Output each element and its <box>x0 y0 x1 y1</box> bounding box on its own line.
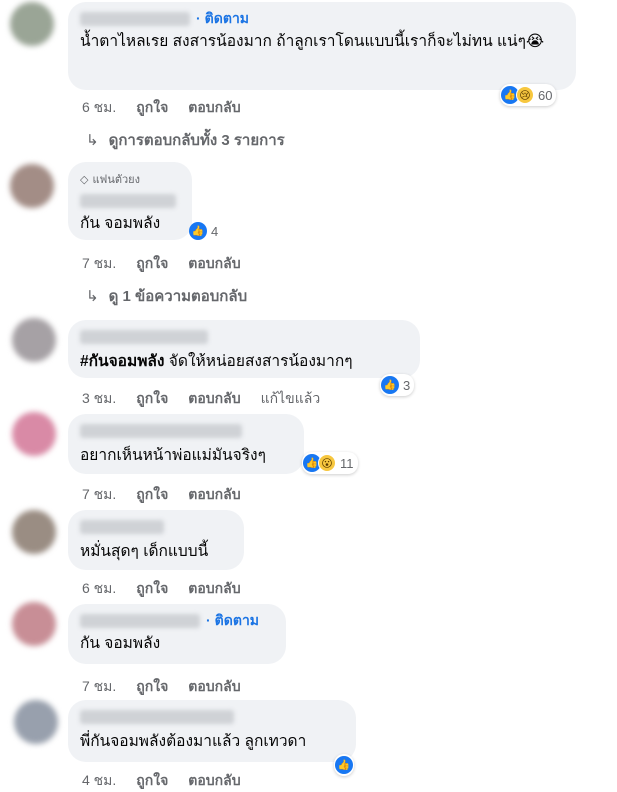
comment-text: อยากเห็นหน้าพ่อแม่มันจริงๆ <box>80 447 266 464</box>
reaction-summary[interactable]: 👍 <box>334 754 354 776</box>
reaction-count: 3 <box>403 377 411 393</box>
edited-label: แก้ไขแล้ว <box>260 390 321 406</box>
follow-label: ติดตาม <box>214 612 260 628</box>
reaction-summary[interactable]: 👍 😢 60 <box>500 84 557 106</box>
follow-link[interactable]: · ติดตาม <box>206 610 259 632</box>
comment-actions: 3 ชม. ถูกใจ ตอบกลับ แก้ไขแล้ว <box>82 388 340 410</box>
reply-button[interactable]: ตอบกลับ <box>188 97 240 119</box>
reply-button[interactable]: ตอบกลับ <box>188 484 240 506</box>
comment-text: น้ำตาไหลเรย สงสารน้องมาก ถ้าลูกเราโดนแบบ… <box>80 33 545 50</box>
comment-actions: 4 ชม. ถูกใจ ตอบกลับ <box>82 770 261 792</box>
author-name[interactable] <box>80 520 164 534</box>
like-button[interactable]: ถูกใจ <box>136 484 168 506</box>
author-row: · ติดตาม <box>80 10 564 28</box>
reaction-summary[interactable]: 👍 3 <box>380 374 415 396</box>
reply-button[interactable]: ตอบกลับ <box>188 253 240 275</box>
avatar[interactable] <box>12 602 56 646</box>
reaction-count: 4 <box>211 223 219 239</box>
avatar[interactable] <box>10 2 54 46</box>
wow-reaction-icon: 😮 <box>318 454 336 472</box>
avatar[interactable] <box>14 700 58 744</box>
comment-bubble: ◇ แฟนตัวยง กัน จอมพลัง <box>68 162 192 240</box>
comment-text: พี่กันจอมพลังต้องมาแล้ว ลูกเทวดา <box>80 733 307 750</box>
timestamp[interactable]: 7 ชม. <box>82 253 116 275</box>
author-name[interactable] <box>80 12 190 26</box>
timestamp[interactable]: 3 ชม. <box>82 388 116 410</box>
fan-badge-label: แฟนตัวยง <box>92 174 141 186</box>
comment-bubble: อยากเห็นหน้าพ่อแม่มันจริงๆ <box>68 414 304 474</box>
diamond-icon: ◇ <box>80 173 89 186</box>
like-reaction-icon: 👍 <box>381 376 399 394</box>
comment-actions: 7 ชม. ถูกใจ ตอบกลับ <box>82 676 261 698</box>
view-replies-label: ดู 1 ข้อความตอบกลับ <box>108 288 248 305</box>
comment-body: จัดให้หน่อยสงสารน้องมากๆ <box>164 353 353 370</box>
like-button[interactable]: ถูกใจ <box>136 676 168 698</box>
like-button[interactable]: ถูกใจ <box>136 253 168 275</box>
comment-text: #กันจอมพลัง จัดให้หน่อยสงสารน้องมากๆ <box>80 350 408 374</box>
follow-link[interactable]: · ติดตาม <box>196 8 249 30</box>
timestamp[interactable]: 6 ชม. <box>82 97 116 119</box>
comment-actions: 6 ชม. ถูกใจ ตอบกลับ <box>82 97 261 119</box>
comment-actions: 7 ชม. ถูกใจ ตอบกลับ <box>82 253 261 275</box>
author-name[interactable] <box>80 614 200 628</box>
author-name[interactable] <box>80 710 234 724</box>
comment-text: หมั่นสุดๆ เด็กแบบนี้ <box>80 543 209 560</box>
reply-button[interactable]: ตอบกลับ <box>188 388 240 410</box>
comment-text: กัน จอมพลัง <box>80 635 161 652</box>
avatar[interactable] <box>12 510 56 554</box>
reaction-count: 60 <box>538 87 553 103</box>
reply-arrow-icon: ↳ <box>86 288 99 305</box>
comment-bubble: · ติดตาม กัน จอมพลัง <box>68 604 286 664</box>
reaction-count: 11 <box>340 455 354 471</box>
reaction-summary[interactable]: 👍 4 <box>188 220 222 242</box>
comment-bubble: พี่กันจอมพลังต้องมาแล้ว ลูกเทวดา <box>68 700 356 762</box>
timestamp[interactable]: 6 ชม. <box>82 578 116 600</box>
follow-label: ติดตาม <box>204 10 250 26</box>
reaction-summary[interactable]: 👍 😮 11 <box>302 452 358 474</box>
reply-button[interactable]: ตอบกลับ <box>188 676 240 698</box>
like-button[interactable]: ถูกใจ <box>136 578 168 600</box>
like-button[interactable]: ถูกใจ <box>136 388 168 410</box>
comment-bubble: หมั่นสุดๆ เด็กแบบนี้ <box>68 510 244 570</box>
author-name[interactable] <box>80 330 208 344</box>
hashtag-link[interactable]: #กันจอมพลัง <box>80 353 165 370</box>
comment-actions: 6 ชม. ถูกใจ ตอบกลับ <box>82 578 261 600</box>
avatar[interactable] <box>10 164 54 208</box>
reply-button[interactable]: ตอบกลับ <box>188 770 240 792</box>
avatar[interactable] <box>12 412 56 456</box>
like-reaction-icon: 👍 <box>189 222 207 240</box>
avatar[interactable] <box>12 318 56 362</box>
author-name[interactable] <box>80 424 242 438</box>
like-button[interactable]: ถูกใจ <box>136 97 168 119</box>
sad-reaction-icon: 😢 <box>516 86 534 104</box>
like-button[interactable]: ถูกใจ <box>136 770 168 792</box>
timestamp[interactable]: 7 ชม. <box>82 484 116 506</box>
author-name[interactable] <box>80 194 176 208</box>
view-replies-link[interactable]: ↳ ดูการตอบกลับทั้ง 3 รายการ <box>86 128 285 152</box>
timestamp[interactable]: 7 ชม. <box>82 676 116 698</box>
comment-actions: 7 ชม. ถูกใจ ตอบกลับ <box>82 484 261 506</box>
timestamp[interactable]: 4 ชม. <box>82 770 116 792</box>
reply-button[interactable]: ตอบกลับ <box>188 578 240 600</box>
view-replies-link[interactable]: ↳ ดู 1 ข้อความตอบกลับ <box>86 284 247 308</box>
fan-badge: ◇ แฟนตัวยง <box>80 170 180 188</box>
like-reaction-icon: 👍 <box>335 756 353 774</box>
view-replies-label: ดูการตอบกลับทั้ง 3 รายการ <box>108 132 285 149</box>
reply-arrow-icon: ↳ <box>86 132 99 149</box>
comment-bubble: #กันจอมพลัง จัดให้หน่อยสงสารน้องมากๆ <box>68 320 420 378</box>
author-row: · ติดตาม <box>80 612 274 630</box>
comment-text: กัน จอมพลัง <box>80 215 161 232</box>
comment-bubble: · ติดตาม น้ำตาไหลเรย สงสารน้องมาก ถ้าลูกเ… <box>68 2 576 90</box>
